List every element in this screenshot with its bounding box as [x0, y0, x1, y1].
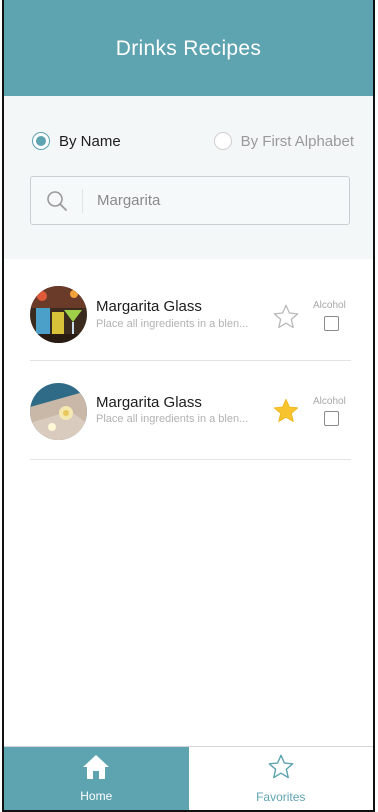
app-frame: Drinks Recipes By Name By First Alphabet [2, 0, 375, 812]
radio-label: By First Alphabet [240, 132, 354, 150]
page-title: Drinks Recipes [115, 37, 262, 60]
alcohol-checkbox[interactable] [324, 411, 339, 426]
drink-title: Margarita Glass [96, 394, 202, 411]
star-icon [266, 753, 296, 786]
drink-title: Margarita Glass [96, 298, 202, 315]
tab-label: Home [80, 789, 113, 803]
tab-favorites[interactable]: Favorites [188, 747, 373, 810]
divider [30, 459, 351, 460]
radio-label: By Name [59, 132, 121, 150]
list-item[interactable]: Margarita Glass Place all ingredients in… [4, 361, 373, 460]
drink-thumbnail [30, 286, 87, 343]
drinks-list: Margarita Glass Place all ingredients in… [4, 259, 373, 460]
tab-label: Favorites [256, 790, 306, 804]
radio-by-name[interactable]: By Name [32, 132, 121, 150]
app-header: Drinks Recipes [4, 0, 373, 96]
bottom-tab-bar: Home Favorites [4, 746, 373, 810]
home-icon [82, 754, 110, 785]
search-icon[interactable] [31, 188, 83, 213]
radio-by-first-alphabet[interactable]: By First Alphabet [213, 132, 354, 150]
search-mode-group: By Name By First Alphabet [30, 132, 354, 154]
alcohol-label: Alcohol [313, 300, 346, 311]
alcohol-checkbox[interactable] [324, 316, 339, 331]
drink-description: Place all ingredients in a blen... [96, 318, 249, 330]
search-box [30, 176, 350, 225]
alcohol-label: Alcohol [313, 396, 346, 407]
search-panel: By Name By First Alphabet [4, 96, 373, 259]
favorite-star-filled-icon[interactable] [272, 397, 300, 425]
radio-unselected-icon [213, 132, 232, 150]
drink-description: Place all ingredients in a blen... [96, 413, 249, 425]
favorite-star-outline-icon[interactable] [272, 303, 300, 331]
list-item[interactable]: Margarita Glass Place all ingredients in… [4, 259, 373, 361]
radio-selected-icon [32, 132, 50, 150]
drink-thumbnail [30, 383, 87, 440]
search-input[interactable] [83, 177, 349, 224]
tab-home[interactable]: Home [4, 747, 189, 810]
